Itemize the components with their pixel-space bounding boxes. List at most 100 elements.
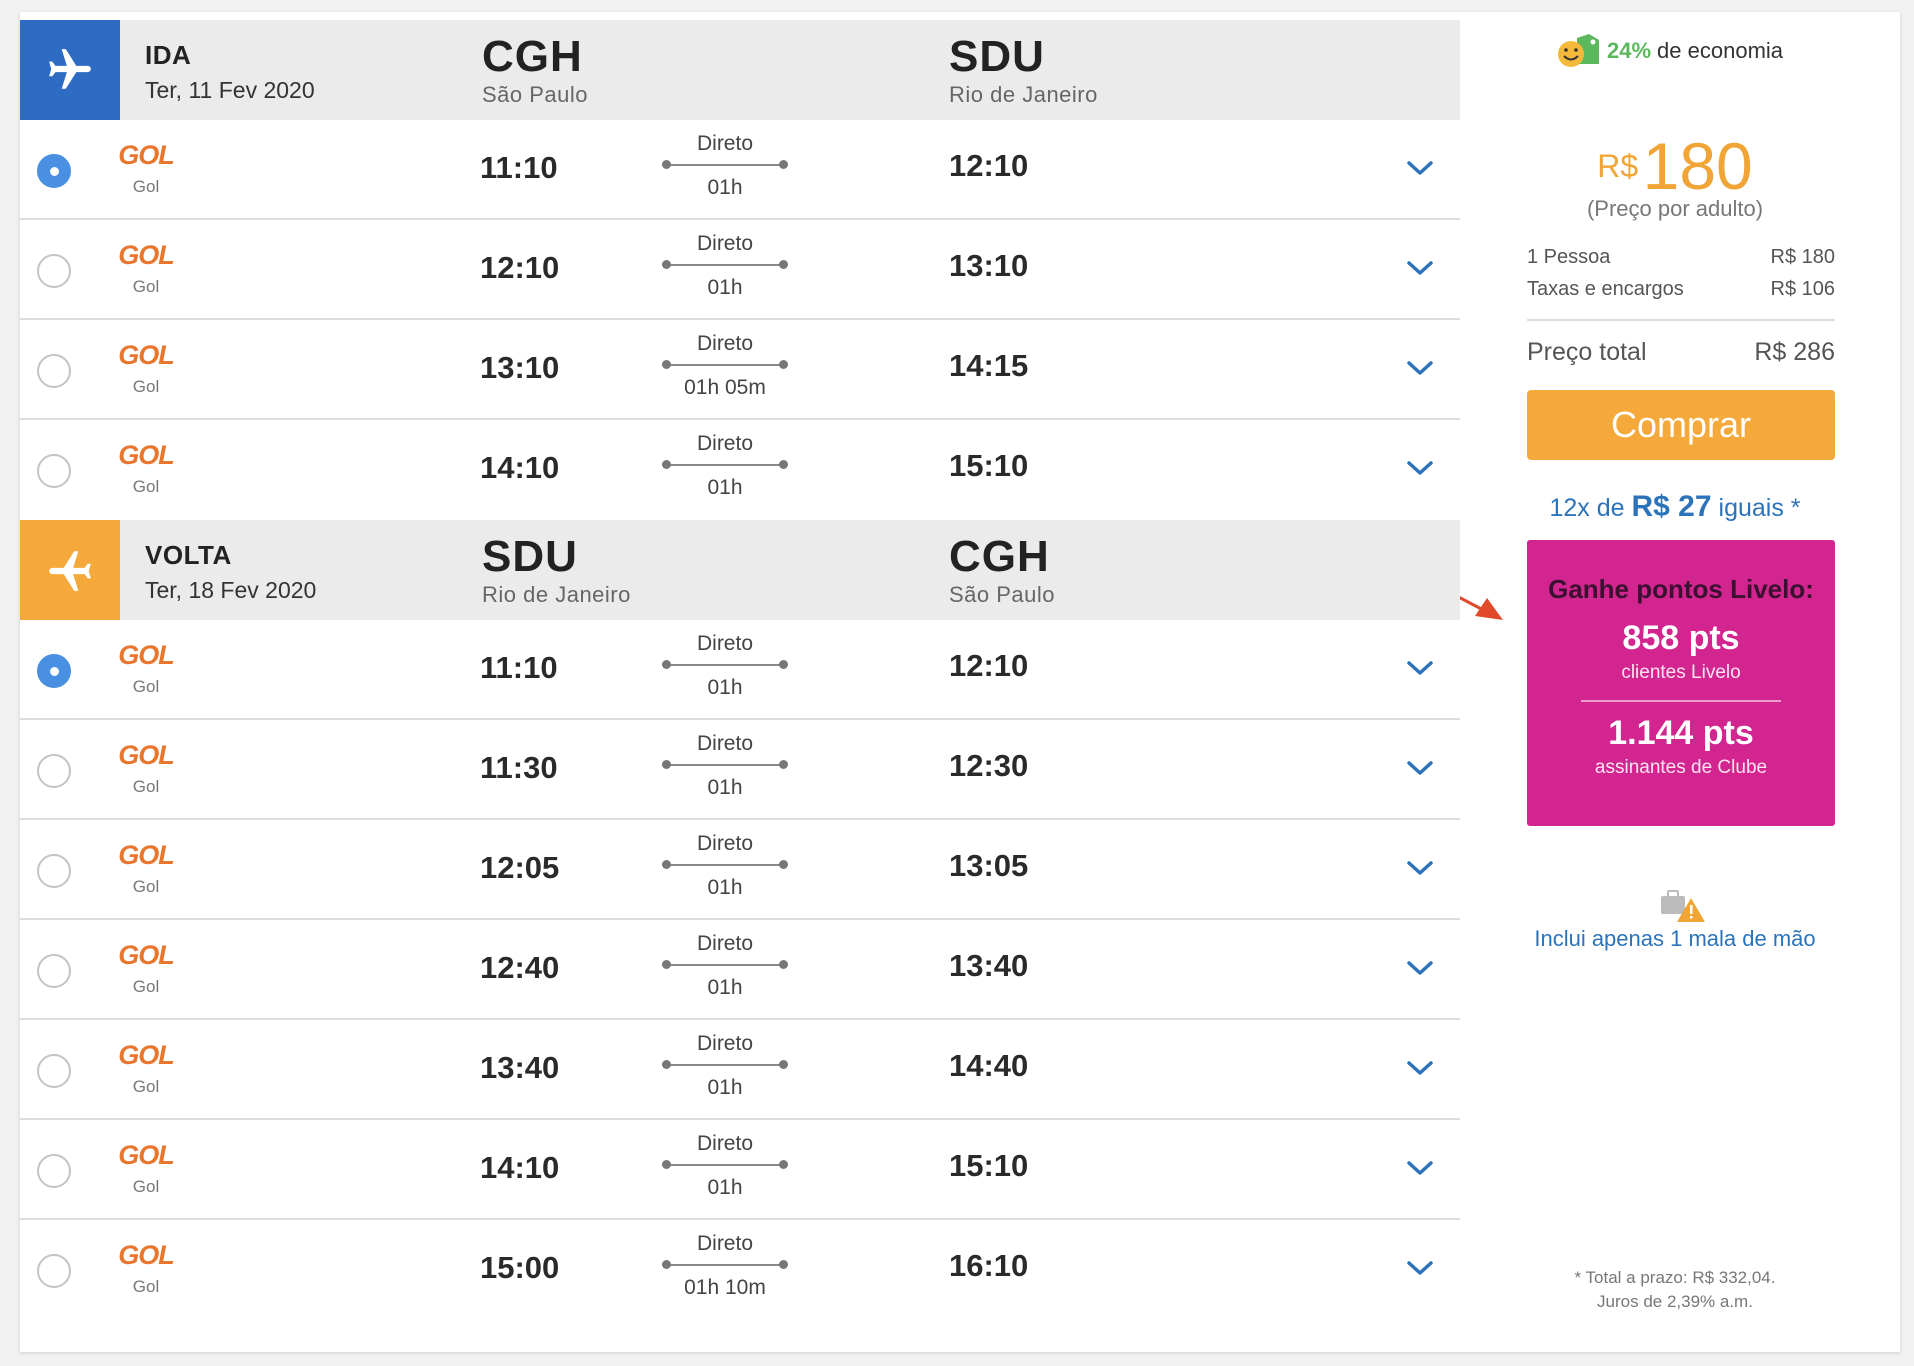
flight-select-radio[interactable]	[37, 1054, 71, 1088]
flight-row[interactable]: GOL Gol 11:10 Direto 01h 12:10	[20, 120, 1460, 220]
duration-time: 01h	[707, 976, 743, 999]
chevron-down-icon[interactable]	[1405, 356, 1435, 380]
installment-info[interactable]: 12x de R$ 27 iguais *	[1505, 490, 1845, 524]
route-line	[662, 1060, 788, 1069]
flight-select-radio[interactable]	[37, 654, 71, 688]
duration-time: 01h 05m	[684, 376, 766, 399]
airline-name: Gol	[132, 1277, 160, 1296]
economy-percent: 24%	[1607, 38, 1652, 63]
departure-time: 12:10	[480, 250, 560, 285]
departure-time: 13:40	[480, 1050, 560, 1085]
divider	[1527, 319, 1835, 321]
chevron-down-icon[interactable]	[1405, 656, 1435, 680]
chevron-down-icon[interactable]	[1405, 956, 1435, 980]
breakdown-row: Taxas e encargos R$ 106	[1527, 278, 1835, 310]
airline: GOL Gol	[110, 840, 182, 897]
route-line	[662, 1160, 788, 1169]
flight-row[interactable]: GOL Gol 12:40 Direto 01h 13:40	[20, 920, 1460, 1020]
flight-select-radio[interactable]	[37, 1254, 71, 1288]
airline-name: Gol	[132, 277, 160, 296]
return-destination: CGH São Paulo	[949, 532, 1055, 608]
flight-select-radio[interactable]	[37, 754, 71, 788]
flight-duration: Direto 01h	[660, 432, 790, 500]
flight-select-radio[interactable]	[37, 1154, 71, 1188]
flight-duration: Direto 01h	[660, 1132, 790, 1200]
departure-time: 13:10	[480, 350, 560, 385]
airline-logo: GOL	[118, 440, 175, 470]
flight-row[interactable]: GOL Gol 12:10 Direto 01h 13:10	[20, 220, 1460, 320]
installment-footnote: * Total a prazo: R$ 332,04. Juros de 2,3…	[1505, 1266, 1845, 1314]
flight-row[interactable]: GOL Gol 11:10 Direto 01h 12:10	[20, 620, 1460, 720]
airline: GOL Gol	[110, 740, 182, 797]
flight-select-radio[interactable]	[37, 854, 71, 888]
chevron-down-icon[interactable]	[1405, 156, 1435, 180]
livelo-points-club: 1.144 pts	[1608, 714, 1754, 752]
flight-duration: Direto 01h	[660, 932, 790, 1000]
flight-row[interactable]: GOL Gol 13:10 Direto 01h 05m 14:15	[20, 320, 1460, 420]
outbound-title: IDA	[145, 40, 192, 70]
airline-name: Gol	[132, 977, 160, 996]
installment-amount: R$ 27	[1631, 490, 1712, 523]
departure-time: 15:00	[480, 1250, 560, 1285]
route-line	[662, 1260, 788, 1269]
flight-select-radio[interactable]	[37, 154, 71, 188]
outbound-destination: SDU Rio de Janeiro	[949, 32, 1098, 108]
flight-row[interactable]: GOL Gol 13:40 Direto 01h 14:40	[20, 1020, 1460, 1120]
chevron-down-icon[interactable]	[1405, 1056, 1435, 1080]
airline-name: Gol	[132, 477, 160, 496]
total-label: Preço total	[1527, 338, 1647, 366]
livelo-clients-label: clientes Livelo	[1621, 662, 1741, 683]
livelo-club-label: assinantes de Clube	[1594, 757, 1768, 778]
flight-duration: Direto 01h	[660, 732, 790, 800]
flight-row[interactable]: GOL Gol 14:10 Direto 01h 15:10	[20, 1120, 1460, 1220]
baggage-info-link[interactable]: Inclui apenas 1 mala de mão	[1505, 926, 1845, 952]
route-line	[662, 260, 788, 269]
price-value: 180	[1642, 129, 1753, 203]
flight-type: Direto	[696, 932, 754, 955]
installment-suffix: iguais *	[1718, 494, 1801, 522]
flight-row[interactable]: GOL Gol 11:30 Direto 01h 12:30	[20, 720, 1460, 820]
duration-time: 01h	[707, 276, 743, 299]
airline: GOL Gol	[110, 1040, 182, 1097]
airline: GOL Gol	[110, 440, 182, 497]
flight-select-radio[interactable]	[37, 954, 71, 988]
airline: GOL Gol	[110, 940, 182, 997]
duration-time: 01h	[707, 476, 743, 499]
airline-name: Gol	[132, 777, 160, 796]
airline-logo: GOL	[118, 940, 175, 970]
origin-code: SDU	[482, 532, 578, 581]
flight-select-radio[interactable]	[37, 254, 71, 288]
livelo-points-clients: 858 pts	[1622, 619, 1740, 657]
flight-select-radio[interactable]	[37, 454, 71, 488]
airline-logo: GOL	[118, 640, 175, 670]
flight-type: Direto	[696, 432, 754, 455]
flight-row[interactable]: GOL Gol 12:05 Direto 01h 13:05	[20, 820, 1460, 920]
chevron-down-icon[interactable]	[1405, 256, 1435, 280]
buy-button[interactable]: Comprar	[1527, 390, 1835, 460]
route-line	[662, 160, 788, 169]
flight-type: Direto	[696, 632, 754, 655]
flight-row[interactable]: GOL Gol 15:00 Direto 01h 10m 16:10	[20, 1220, 1460, 1320]
breakdown-label: Taxas e encargos	[1527, 278, 1684, 300]
arrival-time: 15:10	[949, 1148, 1029, 1183]
return-label: VOLTA Ter, 18 Fev 2020	[145, 540, 316, 604]
flight-row[interactable]: GOL Gol 14:10 Direto 01h 15:10	[20, 420, 1460, 520]
price-currency: R$	[1597, 148, 1639, 184]
price-note: (Preço por adulto)	[1586, 196, 1764, 221]
chevron-down-icon[interactable]	[1405, 756, 1435, 780]
duration-time: 01h	[707, 776, 743, 799]
arrival-time: 12:30	[949, 748, 1029, 783]
flight-type: Direto	[696, 832, 754, 855]
chevron-down-icon[interactable]	[1405, 856, 1435, 880]
arrival-time: 13:10	[949, 248, 1029, 283]
origin-city: Rio de Janeiro	[482, 582, 631, 607]
price-per-adult: R$ 180	[1505, 128, 1845, 204]
chevron-down-icon[interactable]	[1405, 456, 1435, 480]
airline-name: Gol	[132, 877, 160, 896]
chevron-down-icon[interactable]	[1405, 1256, 1435, 1280]
flight-duration: Direto 01h	[660, 632, 790, 700]
flight-select-radio[interactable]	[37, 354, 71, 388]
breakdown-label: 1 Pessoa	[1527, 246, 1611, 268]
flight-type: Direto	[696, 132, 754, 155]
chevron-down-icon[interactable]	[1405, 1156, 1435, 1180]
